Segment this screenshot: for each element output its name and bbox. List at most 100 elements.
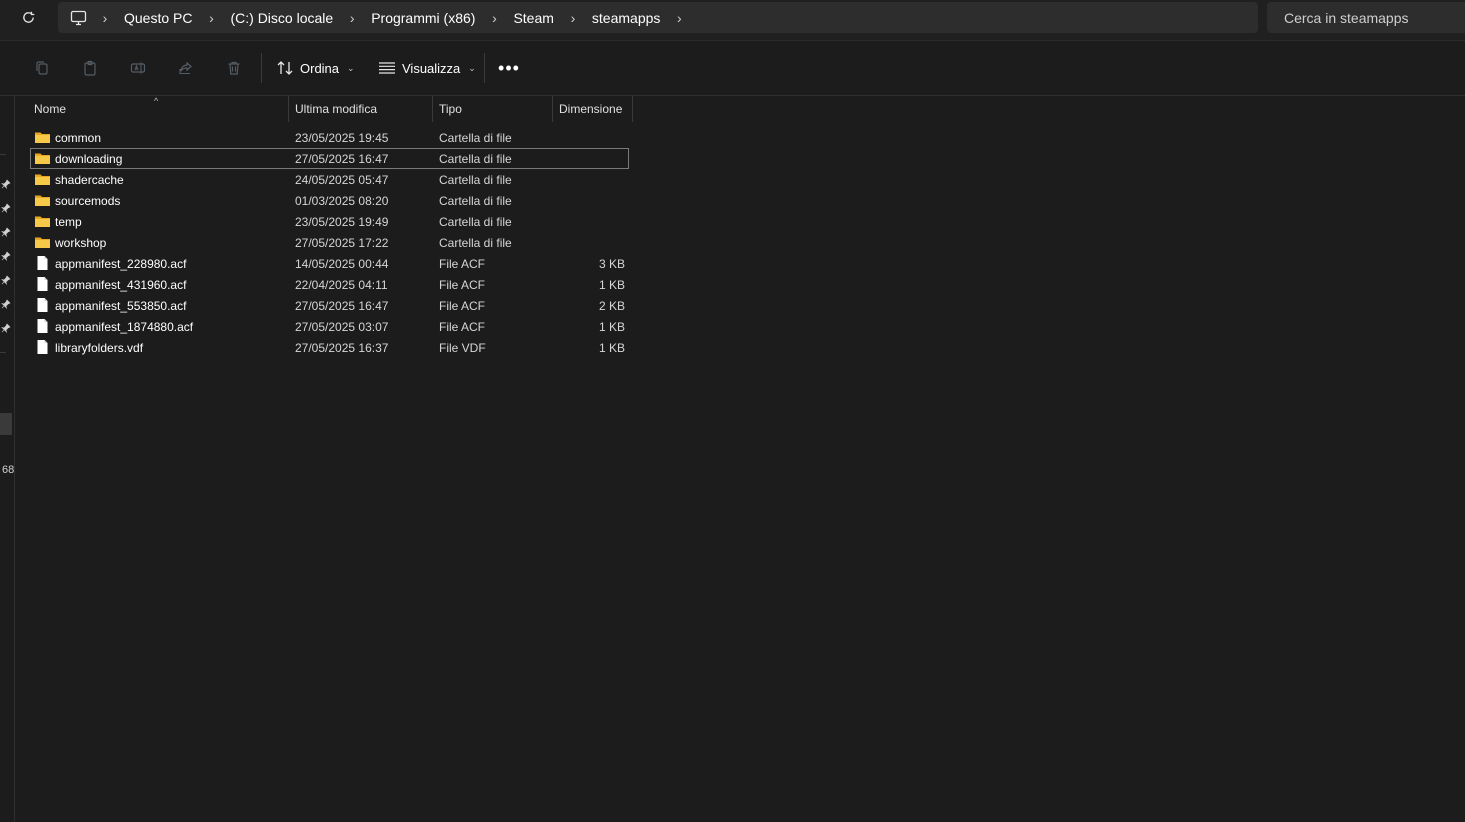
file-modified: 24/05/2025 05:47 xyxy=(295,173,389,187)
column-header-type[interactable]: Tipo xyxy=(433,96,553,122)
pin-icon xyxy=(0,274,12,286)
file-type: File VDF xyxy=(439,341,486,355)
file-name: appmanifest_431960.acf xyxy=(55,278,187,292)
nav-divider xyxy=(0,352,6,353)
file-modified: 14/05/2025 00:44 xyxy=(295,257,389,271)
delete-icon[interactable] xyxy=(224,58,244,78)
list-item[interactable]: downloading 27/05/2025 16:47 Cartella di… xyxy=(30,148,629,169)
share-icon[interactable] xyxy=(176,58,196,78)
chevron-right-icon[interactable]: › xyxy=(558,10,588,26)
file-name: common xyxy=(55,131,102,145)
list-item[interactable]: appmanifest_1874880.acf 27/05/2025 03:07… xyxy=(30,316,629,337)
file-icon xyxy=(37,298,48,312)
column-header-modified[interactable]: Ultima modifica xyxy=(289,96,433,122)
list-item[interactable]: shadercache 24/05/2025 05:47 Cartella di… xyxy=(30,169,629,190)
address-row: › Questo PC › (C:) Disco locale › Progra… xyxy=(0,0,1465,41)
file-name: libraryfolders.vdf xyxy=(55,341,144,355)
sort-button[interactable]: Ordina ⌄ xyxy=(276,55,355,81)
file-type: File ACF xyxy=(439,278,486,292)
more-options-button[interactable]: ••• xyxy=(496,55,522,81)
list-item[interactable]: appmanifest_553850.acf 27/05/2025 16:47 … xyxy=(30,295,629,316)
search-input[interactable] xyxy=(1282,8,1462,27)
address-bar[interactable]: › Questo PC › (C:) Disco locale › Progra… xyxy=(58,2,1258,33)
sort-label: Ordina xyxy=(300,60,340,76)
folder-icon xyxy=(35,153,50,164)
file-size: 1 KB xyxy=(598,320,625,334)
file-name: temp xyxy=(55,215,82,229)
copy-icon[interactable] xyxy=(32,58,52,78)
list-item[interactable]: common 23/05/2025 19:45 Cartella di file xyxy=(30,127,629,148)
pin-icon xyxy=(0,226,12,238)
column-header-name[interactable]: Nome xyxy=(28,96,289,122)
command-bar: Ordina ⌄ Visualizza ⌄ ••• xyxy=(0,41,1465,96)
chevron-right-icon[interactable]: › xyxy=(479,10,509,26)
column-headers: Nome Ultima modifica Tipo Dimensione xyxy=(16,96,636,122)
folder-icon xyxy=(35,132,50,143)
file-type: File ACF xyxy=(439,320,486,334)
folder-icon xyxy=(35,237,50,248)
column-header-label: Ultima modifica xyxy=(295,102,378,116)
file-list: common 23/05/2025 19:45 Cartella di file… xyxy=(30,127,630,358)
file-size: 1 KB xyxy=(598,341,625,355)
chevron-right-icon[interactable]: › xyxy=(664,10,694,26)
folder-icon xyxy=(35,195,50,206)
list-item[interactable]: temp 23/05/2025 19:49 Cartella di file xyxy=(30,211,629,232)
chevron-right-icon[interactable]: › xyxy=(196,10,226,26)
column-header-label: Tipo xyxy=(439,102,462,116)
file-modified: 27/05/2025 16:47 xyxy=(295,299,389,313)
file-icon xyxy=(37,256,48,270)
file-modified: 01/03/2025 08:20 xyxy=(295,194,389,208)
chevron-down-icon: ⌄ xyxy=(347,62,355,73)
chevron-right-icon[interactable]: › xyxy=(337,10,367,26)
list-item[interactable]: appmanifest_431960.acf 22/04/2025 04:11 … xyxy=(30,274,629,295)
file-icon xyxy=(37,277,48,291)
file-name: sourcemods xyxy=(55,194,121,208)
file-modified: 23/05/2025 19:45 xyxy=(295,131,389,145)
file-type: Cartella di file xyxy=(439,194,512,208)
view-label: Visualizza xyxy=(402,60,461,76)
pc-icon xyxy=(70,9,88,27)
breadcrumb-questo-pc[interactable]: Questo PC xyxy=(120,10,196,26)
file-type: File ACF xyxy=(439,299,486,313)
file-icon xyxy=(37,319,48,333)
list-item[interactable]: libraryfolders.vdf 27/05/2025 16:37 File… xyxy=(30,337,629,358)
file-type: File ACF xyxy=(439,257,486,271)
column-header-label: Dimensione xyxy=(559,102,623,116)
breadcrumb-disco-locale[interactable]: (C:) Disco locale xyxy=(226,10,337,26)
refresh-button[interactable] xyxy=(14,5,42,29)
paste-icon[interactable] xyxy=(80,58,100,78)
column-header-label: Nome xyxy=(34,102,67,116)
file-type: Cartella di file xyxy=(439,131,512,145)
file-size: 2 KB xyxy=(598,299,625,313)
breadcrumb-steam[interactable]: Steam xyxy=(509,10,557,26)
breadcrumb-steamapps[interactable]: steamapps xyxy=(588,10,664,26)
more-icon: ••• xyxy=(498,57,520,78)
file-modified: 23/05/2025 19:49 xyxy=(295,215,389,229)
list-item[interactable]: workshop 27/05/2025 17:22 Cartella di fi… xyxy=(30,232,629,253)
pin-icon xyxy=(0,298,12,310)
file-type: Cartella di file xyxy=(439,236,512,250)
file-name: appmanifest_228980.acf xyxy=(55,257,187,271)
list-item[interactable]: sourcemods 01/03/2025 08:20 Cartella di … xyxy=(30,190,629,211)
nav-selected-item[interactable] xyxy=(0,413,12,435)
pin-icon xyxy=(0,322,12,334)
refresh-icon xyxy=(22,11,34,23)
view-button[interactable]: Visualizza ⌄ xyxy=(378,55,476,81)
folder-icon xyxy=(35,174,50,185)
view-icon xyxy=(379,62,395,74)
pin-icon xyxy=(0,202,12,214)
column-header-size[interactable]: Dimensione xyxy=(553,96,633,122)
breadcrumb-programmi-x86[interactable]: Programmi (x86) xyxy=(367,10,479,26)
rename-icon[interactable] xyxy=(128,58,148,78)
list-item[interactable]: appmanifest_228980.acf 14/05/2025 00:44 … xyxy=(30,253,629,274)
file-type: Cartella di file xyxy=(439,173,512,187)
nav-divider xyxy=(0,154,6,155)
navigation-pane[interactable]: 68 xyxy=(0,96,15,822)
file-size: 3 KB xyxy=(598,257,625,271)
search-box[interactable] xyxy=(1267,2,1465,33)
file-name: downloading xyxy=(55,152,123,166)
chevron-right-icon[interactable]: › xyxy=(90,10,120,26)
nav-partial-label: 68 xyxy=(2,464,15,476)
file-type: Cartella di file xyxy=(439,152,512,166)
sort-icon xyxy=(277,61,293,75)
